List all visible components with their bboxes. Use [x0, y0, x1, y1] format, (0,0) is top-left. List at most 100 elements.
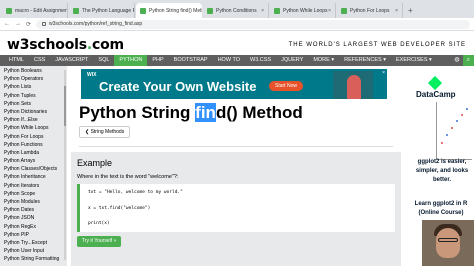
divider — [79, 146, 393, 147]
sidebar-item[interactable]: Python Scope — [0, 190, 67, 198]
ad-chart-graphic — [436, 102, 472, 160]
tab-close-icon[interactable]: × — [328, 8, 331, 14]
sidebar-item[interactable]: Python Lists — [0, 83, 67, 91]
browser-tab-strip: macro - Edit Assignment×The Python Langu… — [0, 0, 474, 18]
chart-dot — [466, 108, 468, 110]
sidebar-item[interactable]: Python Inheritance — [0, 173, 67, 181]
browser-tab[interactable]: macro - Edit Assignment× — [2, 3, 68, 18]
chart-dot — [456, 120, 458, 122]
address-bar: ← → ⟳ w3schools.com/python/ref_string_fi… — [0, 18, 474, 31]
chart-dot — [451, 127, 453, 129]
sidebar-item[interactable]: Python Booleans — [0, 67, 67, 75]
ad-start-button[interactable]: Start Now — [269, 81, 303, 91]
tab-label: The Python Language Refer... — [82, 7, 134, 14]
browser-tab[interactable]: Python For Loops × — [337, 3, 403, 18]
sidebar-item[interactable]: Python Dictionaries — [0, 108, 67, 116]
try-it-yourself-button[interactable]: Try it Yourself » — [77, 236, 122, 247]
logo-tld: com — [91, 37, 124, 53]
sidebar-item[interactable]: Python Iterators — [0, 182, 67, 190]
nav-item[interactable]: PHP — [147, 55, 168, 66]
browser-tab[interactable]: Python Conditions × — [203, 3, 269, 18]
example-heading: Example — [77, 158, 113, 168]
nav-item[interactable]: HOW TO — [213, 55, 245, 66]
tab-label: macro - Edit Assignment — [15, 7, 68, 14]
banner-ad[interactable]: WIX Create Your Own Website Start Now × — [81, 69, 387, 99]
tab-favicon-icon — [6, 7, 12, 14]
sidebar-item[interactable]: Python User Input — [0, 247, 67, 255]
main-content: WIX Create Your Own Website Start Now × … — [67, 66, 404, 266]
string-methods-button[interactable]: ❮ String Methods — [79, 126, 131, 138]
sidebar-item[interactable]: Python If...Else — [0, 116, 67, 124]
ad-person-figure — [347, 75, 361, 99]
nav-item[interactable]: BOOTSTRAP — [169, 55, 213, 66]
page-title: Python String find() Method — [79, 103, 303, 123]
search-icon[interactable]: ⌕ — [462, 55, 474, 66]
url-text: w3schools.com/python/ref_string_find.asp — [49, 21, 143, 27]
sidebar-item[interactable]: Python For Loops — [0, 133, 67, 141]
forward-icon[interactable]: → — [15, 21, 21, 27]
reload-icon[interactable]: ⟳ — [26, 21, 31, 28]
webcam-glasses — [438, 238, 458, 242]
url-field[interactable]: w3schools.com/python/ref_string_find.asp — [36, 19, 470, 29]
tab-favicon-icon — [274, 7, 280, 14]
sidebar-item[interactable]: Python RegEx — [0, 223, 67, 231]
new-tab-button[interactable]: + — [404, 3, 417, 18]
nav-item[interactable]: CSS — [29, 55, 50, 66]
datacamp-logo-icon — [427, 75, 443, 91]
tagline: THE WORLD'S LARGEST WEB DEVELOPER SITE — [288, 42, 466, 48]
code-line: x = txt.find("welcome") — [88, 206, 151, 211]
sidebar-item[interactable]: Python Operators — [0, 75, 67, 83]
tab-favicon-icon — [140, 7, 146, 14]
nav-item[interactable]: HTML — [4, 55, 29, 66]
sidebar-scroll-thumb[interactable] — [64, 86, 66, 126]
code-line: txt = "Hello, welcome to my world." — [88, 190, 183, 195]
code-line: print(x) — [88, 221, 110, 226]
chart-dot — [446, 134, 448, 136]
code-block: txt = "Hello, welcome to my world." x = … — [77, 184, 395, 232]
ad-text-ggplot: ggplot2 is easier, simpler, and looks be… — [415, 159, 469, 183]
sidebar-item[interactable]: Python Arrays — [0, 157, 67, 165]
tab-close-icon[interactable]: × — [395, 8, 398, 14]
tab-label: Python Conditions — [216, 7, 257, 14]
nav-item[interactable]: SQL — [93, 55, 114, 66]
sidebar-item[interactable]: Python Classes/Objects — [0, 165, 67, 173]
sidebar-item[interactable]: Python JSON — [0, 214, 67, 222]
sidebar-item[interactable]: Python String Formatting — [0, 255, 67, 263]
title-before: Python String — [79, 103, 196, 122]
chart-dot — [461, 114, 463, 116]
globe-icon[interactable]: ◍ — [451, 55, 462, 66]
title-selected-text: fin — [195, 103, 216, 122]
back-icon[interactable]: ← — [4, 21, 10, 27]
chart-dot — [441, 142, 443, 144]
nav-item[interactable]: REFERENCES ▾ — [339, 55, 391, 66]
left-sidebar: Python Booleans Python Operators Python Li… — [0, 66, 67, 266]
nav-item[interactable]: EXERCISES ▾ — [391, 55, 437, 66]
sidebar-item[interactable]: Python Dates — [0, 206, 67, 214]
sidebar-item[interactable]: Python Try...Except — [0, 239, 67, 247]
site-logo[interactable]: w3schools.com — [7, 37, 124, 53]
nav-item[interactable]: W3.CSS — [245, 55, 276, 66]
nav-item[interactable]: JAVASCRIPT — [50, 55, 93, 66]
webcam-face — [436, 228, 460, 258]
datacamp-brand: DataCamp — [416, 90, 456, 99]
tab-label: Python While Loops — [283, 7, 328, 14]
tab-close-icon[interactable]: × — [261, 8, 264, 14]
sidebar-item[interactable]: Python Modules — [0, 198, 67, 206]
sidebar-item[interactable]: Python Lambda — [0, 149, 67, 157]
browser-tab[interactable]: Python While Loops × — [270, 3, 336, 18]
nav-item[interactable]: MORE ▾ — [308, 55, 339, 66]
ad-close-icon[interactable]: × — [382, 70, 385, 76]
ad-image — [333, 71, 373, 99]
sidebar-item[interactable]: Python While Loops — [0, 124, 67, 132]
nav-item[interactable]: PYTHON — [114, 55, 148, 66]
nav-item[interactable]: JQUERY — [276, 55, 308, 66]
webcam-overlay — [422, 220, 474, 266]
ad-title: Create Your Own Website — [99, 79, 257, 94]
title-after: d() Method — [215, 103, 303, 122]
sidebar-item[interactable]: Python Functions — [0, 141, 67, 149]
sidebar-item[interactable]: Python PIP — [0, 231, 67, 239]
sidebar-item[interactable]: Python Tuples — [0, 92, 67, 100]
browser-tab[interactable]: Python String find() Method× — [136, 3, 202, 18]
browser-tab[interactable]: The Python Language Refer...× — [69, 3, 135, 18]
sidebar-item[interactable]: Python Sets — [0, 100, 67, 108]
